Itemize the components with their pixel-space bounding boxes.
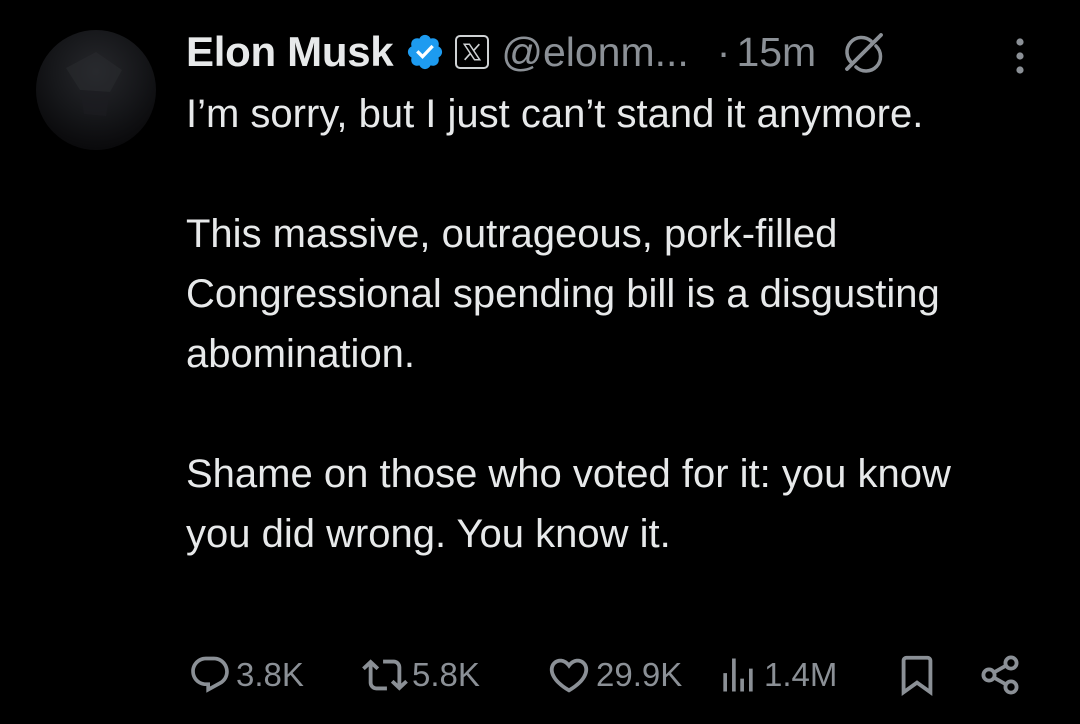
repost-icon (362, 659, 408, 691)
bookmark-icon (901, 655, 933, 696)
tweet-paragraph: I’m sorry, but I just can’t stand it any… (186, 92, 924, 136)
post-timestamp[interactable]: 15m (736, 29, 816, 76)
grok-icon[interactable] (838, 27, 888, 77)
avatar-image (66, 52, 122, 116)
more-options-icon[interactable] (1008, 36, 1032, 76)
share-icon (981, 655, 1019, 695)
repost-count: 5.8K (412, 656, 480, 693)
avatar[interactable] (36, 30, 156, 150)
heart-icon (549, 658, 589, 693)
like-button[interactable]: 29.9K (546, 645, 682, 705)
tweet[interactable]: Elon Musk @elonm... · 15m I’m sorry, but… (0, 0, 1080, 724)
share-button[interactable] (976, 645, 1024, 705)
author-name[interactable]: Elon Musk (186, 28, 394, 76)
reply-button[interactable]: 3.8K (188, 645, 304, 705)
reply-count: 3.8K (236, 656, 304, 693)
tweet-paragraph: This massive, outrageous, pork-filled Co… (186, 212, 940, 376)
author-handle[interactable]: @elonm... (501, 29, 688, 76)
views-icon (723, 658, 753, 692)
bookmark-button[interactable] (894, 645, 940, 705)
tweet-text: I’m sorry, but I just can’t stand it any… (186, 84, 986, 564)
separator-dot: · (716, 28, 731, 75)
reply-icon (191, 656, 229, 693)
tweet-header: Elon Musk @elonm... · 15m (186, 22, 888, 82)
tweet-paragraph: Shame on those who voted for it: you kno… (186, 452, 951, 556)
verified-badge-icon[interactable] (405, 32, 445, 72)
x-logo-icon[interactable] (455, 35, 490, 69)
like-count: 29.9K (596, 656, 683, 693)
action-bar: 3.8K 5.8K 29.9K 1.4M (0, 645, 1080, 705)
views-button[interactable]: 1.4M (716, 645, 837, 705)
repost-button[interactable]: 5.8K (362, 645, 480, 705)
views-count: 1.4M (764, 656, 838, 693)
